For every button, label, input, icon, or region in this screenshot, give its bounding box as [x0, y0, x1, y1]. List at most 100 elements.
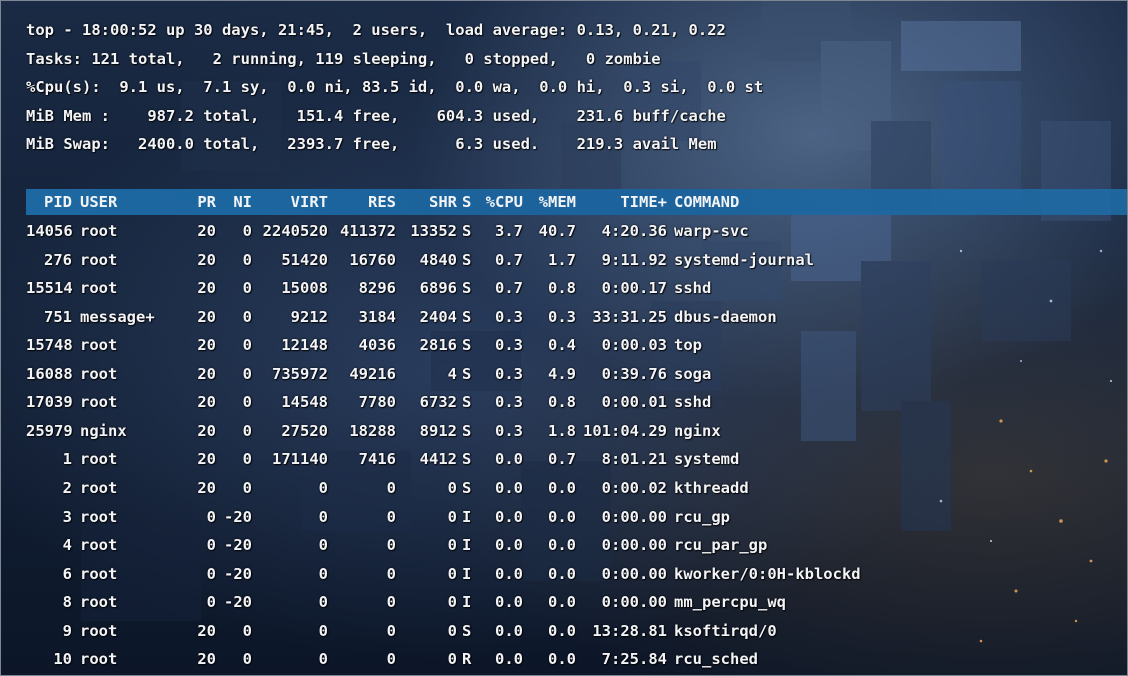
- column-header-user: USER: [80, 193, 118, 211]
- process-state: S: [462, 421, 472, 440]
- process-pid: 9: [62, 621, 72, 640]
- column-header-time: TIME+: [620, 193, 667, 211]
- terminal-window[interactable]: top - 18:00:52 up 30 days, 21:45, 2 user…: [0, 0, 1128, 676]
- column-header-cpu: %CPU: [485, 193, 523, 211]
- process-state: S: [462, 450, 472, 469]
- process-cpu: 0.7: [495, 250, 523, 269]
- process-res: 18288: [349, 421, 396, 440]
- process-row[interactable]: 2 root 20 0 0 0 0 S 0.0 0.0 0:00.02 kthreadd: [1, 476, 749, 500]
- process-nice: 0: [242, 450, 252, 469]
- process-nice: 0: [242, 307, 252, 326]
- process-shr: 6896: [419, 279, 457, 298]
- process-shr: 0: [447, 564, 457, 583]
- process-cpu: 0.3: [495, 421, 523, 440]
- process-shr: 0: [447, 507, 457, 526]
- process-res: 16760: [349, 250, 396, 269]
- process-user: root: [80, 393, 118, 412]
- process-nice: -20: [224, 507, 252, 526]
- process-time: 9:11.92: [601, 250, 667, 269]
- process-cpu: 0.3: [495, 393, 523, 412]
- column-header-res: RES: [368, 193, 396, 211]
- process-pid: 4: [62, 536, 72, 554]
- process-priority: 20: [197, 621, 216, 640]
- process-priority: 0: [206, 564, 216, 583]
- process-priority: 20: [197, 250, 216, 269]
- process-row[interactable]: 10 root 20 0 0 0 0 R 0.0 0.0 7:25.84 rcu_sched: [1, 647, 758, 671]
- process-nice: 0: [242, 222, 252, 240]
- process-user: root: [80, 279, 118, 298]
- process-user: root: [80, 536, 118, 554]
- process-shr: 6732: [419, 393, 457, 412]
- process-cpu: 0.0: [495, 507, 523, 526]
- process-row[interactable]: 1 root 20 0 171140 7416 4412 S 0.0 0.7 8:01.21 syst…: [1, 447, 740, 471]
- column-header-pr: PR: [197, 193, 216, 211]
- process-time: 0:00.00: [601, 507, 667, 526]
- process-priority: 20: [197, 393, 216, 412]
- process-nice: 0: [242, 250, 252, 269]
- process-row[interactable]: 9 root 20 0 0 0 0 S 0.0 0.0 13:28.81 ksoftirqd/0: [1, 619, 777, 643]
- process-row[interactable]: 8 root 0 -20 0 0 0 I 0.0 0.0 0:00.00 mm_percpu_wq: [1, 590, 786, 614]
- process-pid: 10: [53, 650, 72, 669]
- process-virt: 15008: [281, 279, 328, 298]
- column-header-ni: NI: [233, 193, 252, 211]
- process-priority: 20: [197, 450, 216, 469]
- process-nice: 0: [242, 650, 252, 669]
- process-cpu: 0.3: [495, 307, 523, 326]
- process-row[interactable]: 4 root 0 -20 0 0 0 I 0.0 0.0 0:00.00 rcu_par_gp: [1, 533, 768, 557]
- process-row[interactable]: 16088 root 20 0 735972 49216 4 S 0.3 4.9 0:39.76 so…: [1, 362, 711, 386]
- process-priority: 20: [197, 478, 216, 497]
- process-row[interactable]: 15748 root 20 0 12148 4036 2816 S 0.3 0.4 0:00.03 t…: [1, 333, 702, 357]
- process-row[interactable]: 276 root 20 0 51420 16760 4840 S 0.7 1.7 9:11.92 sy…: [1, 248, 814, 272]
- process-row[interactable]: 751 message+ 20 0 9212 3184 2404 S 0.3 0.3 33:31.2…: [1, 305, 777, 329]
- process-nice: 0: [242, 421, 252, 440]
- process-mem: 0.0: [548, 564, 576, 583]
- process-res: 4036: [358, 336, 396, 355]
- process-row[interactable]: 14056 root 20 0 2240520 411372 13352 S 3.7 40.7 4:…: [1, 219, 749, 243]
- process-command: kworker/0:0H-kblockd: [674, 564, 861, 583]
- process-command: systemd-journal: [674, 250, 814, 269]
- process-state: S: [462, 393, 472, 412]
- process-mem: 0.7: [548, 450, 576, 469]
- process-state: S: [462, 279, 472, 298]
- process-command: mm_percpu_wq: [674, 593, 786, 612]
- column-header-state: S: [462, 193, 472, 211]
- process-time: 7:25.84: [601, 650, 667, 669]
- process-command: top: [674, 336, 702, 355]
- process-virt: 0: [318, 478, 328, 497]
- process-mem: 0.3: [548, 307, 576, 326]
- process-user: root: [80, 564, 118, 583]
- process-res: 0: [386, 564, 396, 583]
- process-command: warp-svc: [674, 222, 749, 240]
- process-time: 4:20.36: [601, 222, 667, 240]
- process-command: soga: [674, 364, 712, 383]
- process-row[interactable]: 17039 root 20 0 14548 7780 6732 S 0.3 0.8 0:00.01 s…: [1, 390, 711, 414]
- process-cpu: 0.0: [495, 536, 523, 554]
- column-header-shr: SHR: [429, 193, 457, 211]
- process-time: 0:00.01: [601, 393, 667, 412]
- process-res: 0: [386, 650, 396, 669]
- process-row[interactable]: 15514 root 20 0 15008 8296 6896 S 0.7 0.8 0:00.17 s…: [1, 276, 711, 300]
- process-time: 13:28.81: [592, 621, 667, 640]
- process-nice: -20: [224, 593, 252, 612]
- memory-summary-line: MiB Mem : 987.2 total, 151.4 free, 604.3…: [26, 107, 726, 125]
- process-shr: 0: [447, 650, 457, 669]
- swap-summary-line: MiB Swap: 2400.0 total, 2393.7 free, 6.3…: [26, 135, 717, 153]
- process-state: S: [462, 307, 472, 326]
- process-virt: 9212: [290, 307, 328, 326]
- process-command: kthreadd: [674, 478, 749, 497]
- process-time: 0:00.17: [601, 279, 667, 298]
- process-mem: 1.7: [548, 250, 576, 269]
- process-state: S: [462, 336, 472, 355]
- process-nice: -20: [224, 536, 252, 554]
- process-res: 0: [386, 478, 396, 497]
- process-row[interactable]: 25979 nginx 20 0 27520 18288 8912 S 0.3 1.8 101:04…: [1, 419, 721, 443]
- process-time: 101:04.29: [583, 421, 667, 440]
- process-res: 0: [386, 593, 396, 612]
- process-nice: 0: [242, 364, 252, 383]
- process-row[interactable]: 6 root 0 -20 0 0 0 I 0.0 0.0 0:00.00 kworker/0:0H-k…: [1, 562, 861, 586]
- process-row[interactable]: 3 root 0 -20 0 0 0 I 0.0 0.0 0:00.00 rcu_gp: [1, 505, 730, 529]
- process-pid: 6: [62, 564, 72, 583]
- process-state: R: [462, 650, 472, 669]
- process-state: I: [462, 564, 472, 583]
- process-mem: 0.4: [548, 336, 576, 355]
